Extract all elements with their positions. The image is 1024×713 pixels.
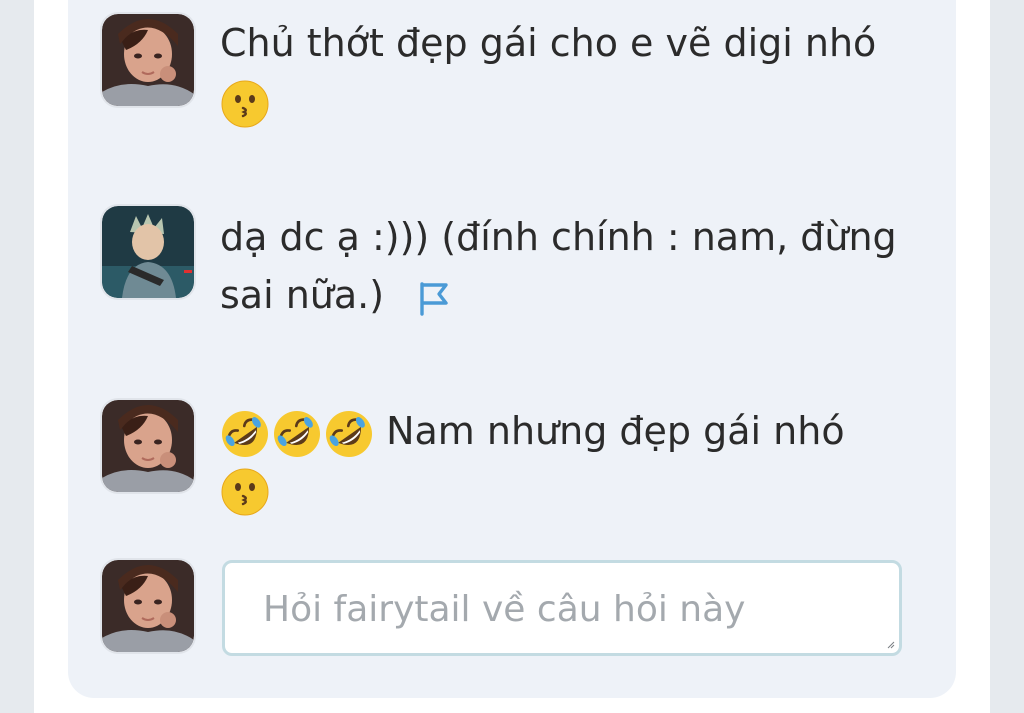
user-avatar-image	[102, 400, 194, 492]
question-input[interactable]	[225, 563, 899, 653]
comment-1-text: Chủ thớt đẹp gái cho e vẽ digi nhó	[220, 21, 877, 65]
comment-3: Nam nhưng đẹp gái nhó	[220, 402, 920, 518]
rofl-emoji-icon	[324, 409, 374, 459]
composer-avatar[interactable]	[102, 560, 194, 652]
rofl-emoji-icon	[220, 409, 270, 459]
avatar[interactable]	[102, 14, 194, 106]
rofl-emoji-icon	[272, 409, 322, 459]
comment-2: dạ dc ạ :))) (đính chính : nam, đừng sai…	[220, 208, 920, 324]
user-avatar-image	[102, 206, 194, 298]
comment-2-text: dạ dc ạ :))) (đính chính : nam, đừng sai…	[220, 215, 897, 317]
avatar[interactable]	[102, 400, 194, 492]
kissing-face-emoji-icon	[220, 79, 270, 129]
question-input-box[interactable]	[222, 560, 902, 656]
user-avatar-image	[102, 14, 194, 106]
user-avatar-image	[102, 560, 194, 652]
comment-1: Chủ thớt đẹp gái cho e vẽ digi nhó	[220, 14, 920, 130]
resize-handle-icon[interactable]	[885, 639, 895, 649]
comment-3-text: Nam nhưng đẹp gái nhó	[374, 409, 845, 453]
avatar[interactable]	[102, 206, 194, 298]
kissing-face-emoji-icon	[220, 467, 270, 517]
flag-icon[interactable]	[416, 280, 452, 316]
